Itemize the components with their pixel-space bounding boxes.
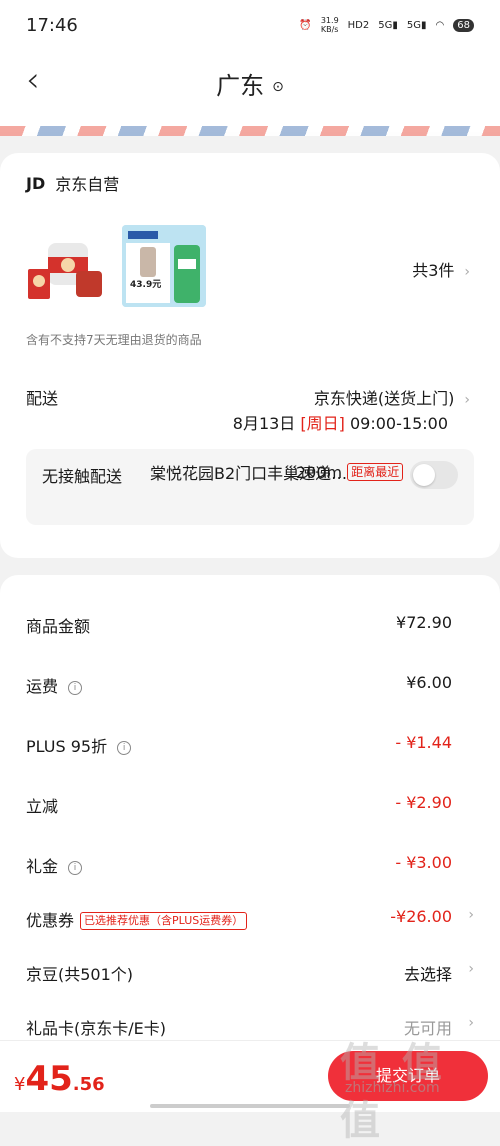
chevron-right-icon: › [468, 907, 474, 923]
home-indicator[interactable] [150, 1104, 350, 1108]
shop-header: JD 京东自营 [26, 171, 119, 195]
product-2-graphic [122, 225, 206, 307]
battery-icon: 68 [453, 18, 474, 32]
jingdou-value: 去选择 [403, 965, 452, 984]
product-image-1[interactable] [26, 233, 106, 303]
total-integer: 45 [25, 1059, 73, 1099]
contactless-label: 无接触配送 [42, 467, 123, 486]
jingdou-label: 京豆(共501个) [26, 965, 134, 984]
fee-row-goods: 商品金额 ¥72.90 [26, 613, 474, 643]
alarm-icon: ⏰ [299, 19, 312, 31]
delivery-method[interactable]: 京东快递(送货上门) › [314, 385, 470, 409]
fee-value: - ¥3.00 [395, 853, 452, 872]
wifi-icon: ◠ [435, 19, 445, 31]
fee-row-plus: PLUS 95折 i - ¥1.44 [26, 733, 474, 763]
fee-row-gift: 礼金 i - ¥3.00 [26, 853, 474, 883]
status-icons: ⏰ 31.9 KB/s HD2 5G▮ 5G▮ ◠ 68 [299, 16, 474, 34]
signal-1-label: 5G [378, 19, 393, 31]
delivery-time-range: 09:00-15:00 [350, 414, 448, 433]
contactless-delivery-box: 无接触配送 棠悦花园B2门口丰巢速递… 200m 距离最近 [26, 449, 474, 525]
net-speed: 31.9 KB/s [320, 16, 339, 34]
fee-label: 立减 [26, 797, 59, 816]
item-count[interactable]: 共3件 › [412, 257, 470, 281]
price-badge: 43.9元 [130, 280, 162, 290]
header: ‹ 广东 ⊙ [0, 52, 500, 132]
pickup-distance: 200m 距离最近 [296, 463, 404, 482]
fee-label: PLUS 95折 [26, 737, 108, 756]
delivery-day: [周日] [300, 414, 345, 433]
delivery-time[interactable]: 8月13日 [周日] 09:00-15:00 [233, 410, 448, 434]
status-time: 17:46 [26, 15, 78, 36]
fee-value: ¥6.00 [406, 673, 452, 692]
product-image-2[interactable]: 43.9元 [122, 225, 206, 307]
total-decimal: .56 [72, 1074, 105, 1095]
signal-2-label: 5G [406, 19, 422, 31]
delivery-label: 配送 [26, 389, 59, 408]
jingdou-row[interactable]: 京豆(共501个) 去选择 › [26, 961, 474, 991]
info-icon[interactable]: i [68, 861, 83, 875]
chevron-right-icon: › [464, 264, 470, 280]
nearest-tag: 距离最近 [347, 463, 404, 481]
fee-row-discount: 立减 - ¥2.90 [26, 793, 474, 823]
status-bar: 17:46 ⏰ 31.9 KB/s HD2 5G▮ 5G▮ ◠ 68 [0, 0, 500, 52]
toggle-knob [413, 464, 435, 486]
order-card: JD 京东自营 43.9元 共3件 › 含有不支持7天无理由退货的商品 配送 京东… [0, 153, 500, 558]
chevron-right-icon: › [468, 961, 474, 977]
coupon-label-wrap: 优惠券 已选推荐优惠（含PLUS运费券） [26, 907, 248, 931]
chevron-right-icon: › [468, 1015, 474, 1031]
envelope-border [0, 126, 500, 136]
delivery-method-label: 京东快递(送货上门) [313, 389, 455, 408]
fee-label-wrap: PLUS 95折 i [26, 733, 132, 757]
location-pin-icon: ⊙ [272, 79, 284, 95]
fee-value: - ¥1.44 [395, 733, 452, 752]
hd-icon: HD2 [347, 19, 370, 31]
fee-label: 运费 [26, 677, 59, 696]
return-note: 含有不支持7天无理由退货的商品 [26, 333, 202, 347]
shop-name: 京东自营 [55, 175, 120, 194]
delivery-date: 8月13日 [232, 414, 296, 433]
item-count-label: 共3件 [412, 261, 455, 280]
signal-icon-1: 5G▮ [378, 19, 398, 31]
total-currency: ¥ [14, 1074, 26, 1095]
fee-label: 礼金 [26, 857, 59, 876]
info-icon[interactable]: i [117, 741, 132, 755]
info-icon[interactable]: i [68, 681, 83, 695]
region-label: 广东 [216, 72, 265, 100]
pickup-distance-value: 200m [296, 463, 343, 482]
page-title[interactable]: 广东 ⊙ [0, 66, 500, 101]
coupon-label: 优惠券 [26, 911, 75, 930]
coupon-row[interactable]: 优惠券 已选推荐优惠（含PLUS运费券） -¥26.00 › [26, 907, 474, 937]
contactless-toggle[interactable] [410, 461, 458, 489]
signal-icon-2: 5G▮ [406, 19, 427, 31]
fee-label-wrap: 礼金 i [26, 853, 83, 877]
giftcard-label: 礼品卡(京东卡/E卡) [26, 1019, 166, 1038]
product-1-graphic [28, 243, 102, 299]
jd-logo: JD [26, 173, 46, 193]
fee-value: - ¥2.90 [395, 793, 452, 812]
fee-label-wrap: 运费 i [26, 673, 83, 697]
chevron-right-icon: › [464, 392, 470, 408]
watermark-url: zhizhizhi.com [345, 1080, 440, 1096]
fee-row-shipping: 运费 i ¥6.00 [26, 673, 474, 703]
coupon-value: -¥26.00 [390, 907, 452, 926]
fee-label: 商品金额 [26, 617, 91, 636]
coupon-tag: 已选推荐优惠（含PLUS运费券） [80, 912, 248, 930]
order-total: ¥45.56 [14, 1059, 105, 1099]
fee-value: ¥72.90 [396, 613, 452, 632]
